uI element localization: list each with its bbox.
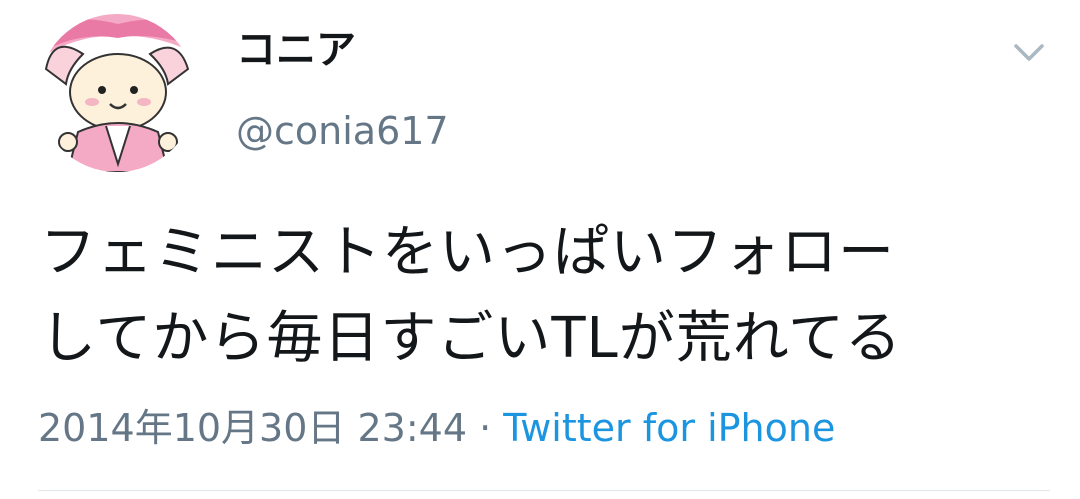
tweet-meta: 2014年10月30日 23:44 · Twitter for iPhone: [38, 400, 835, 456]
source-link[interactable]: Twitter for iPhone: [503, 406, 835, 450]
divider: [38, 490, 1050, 491]
display-name[interactable]: コニア: [236, 20, 356, 80]
username[interactable]: @conia617: [236, 104, 449, 158]
chevron-down-icon[interactable]: [1010, 38, 1048, 68]
avatar-cat-image: [38, 14, 196, 172]
tweet-text-line: フェミニストをいっぱいフォロー: [40, 220, 895, 285]
tweet-text: フェミニストをいっぱいフォロー してから毎日すごいTLが荒れてる: [40, 210, 1050, 382]
timestamp[interactable]: 2014年10月30日 23:44: [38, 406, 467, 450]
avatar[interactable]: [38, 14, 196, 172]
meta-separator: ·: [479, 406, 492, 450]
tweet-text-line: してから毎日すごいTLが荒れてる: [40, 306, 903, 371]
